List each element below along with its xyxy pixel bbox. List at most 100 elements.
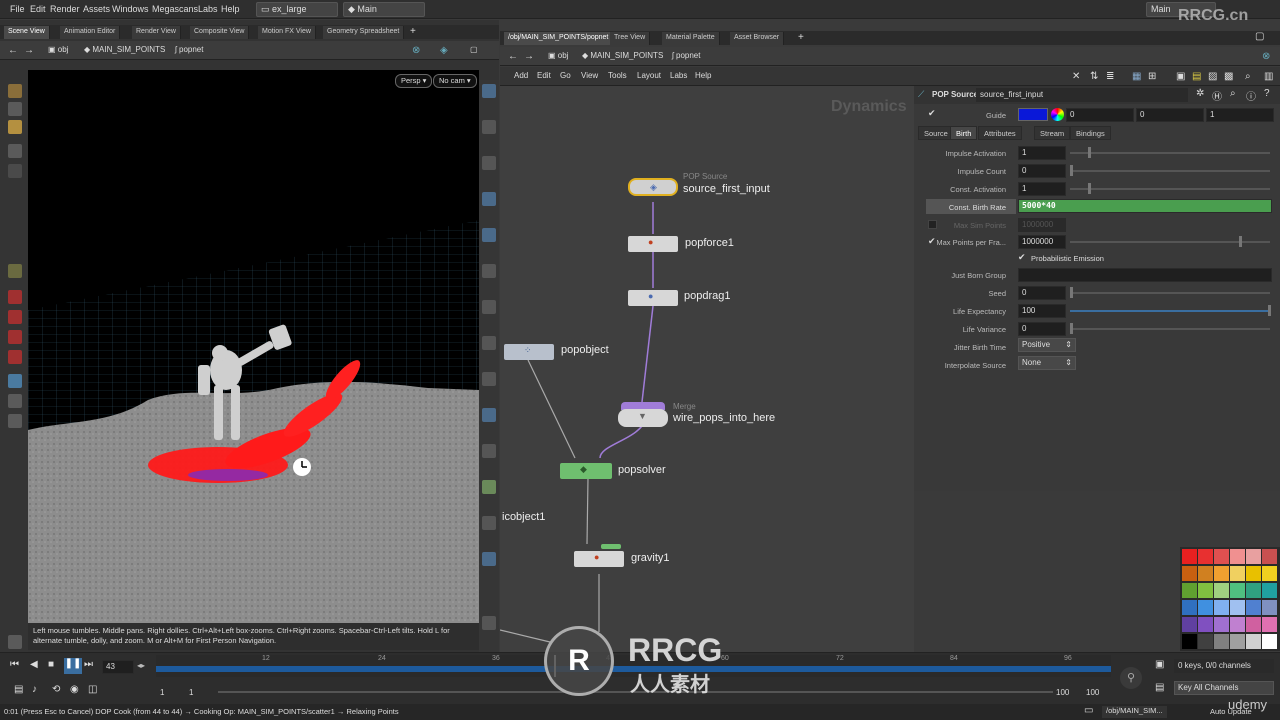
status-path-dropdown[interactable]: /obj/MAIN_SIM... xyxy=(1102,706,1167,718)
render-region-icon[interactable] xyxy=(482,516,496,530)
stop-icon[interactable]: ■ xyxy=(48,659,54,670)
tools-icon[interactable]: ✕ xyxy=(1072,71,1080,82)
palette-swatch[interactable] xyxy=(1198,600,1213,615)
palette-swatch[interactable] xyxy=(1214,617,1229,632)
menu-go[interactable]: Go xyxy=(560,71,571,80)
last-frame-icon[interactable]: ⏭ xyxy=(84,659,93,670)
node-source-first-input[interactable]: ◈ xyxy=(628,178,678,196)
color-wheel-icon[interactable] xyxy=(1051,108,1064,121)
tab-scene-view[interactable]: Scene View xyxy=(4,26,50,39)
settings-icon[interactable]: ◫ xyxy=(88,684,97,695)
palette-swatch[interactable] xyxy=(1198,549,1213,564)
snap-tool-icon[interactable] xyxy=(8,264,22,278)
const-birth-rate-field[interactable]: 5000*40 xyxy=(1018,199,1272,213)
main-sim-points-crumb[interactable]: ◆ MAIN_SIM_POINTS xyxy=(84,45,165,54)
maximize-icon[interactable]: ▢ xyxy=(1255,31,1264,42)
channel-icon[interactable]: ▣ xyxy=(1155,659,1164,670)
life-variance-slider[interactable] xyxy=(1070,328,1270,330)
palette-swatch[interactable] xyxy=(1182,634,1197,649)
point-numbers-icon[interactable] xyxy=(482,300,496,314)
impulse-activation-field[interactable]: 1 xyxy=(1018,146,1066,160)
palette-swatch[interactable] xyxy=(1182,617,1197,632)
palette-swatch[interactable] xyxy=(1230,634,1245,649)
palette-swatch[interactable] xyxy=(1262,549,1277,564)
menu-file[interactable]: File xyxy=(10,4,25,14)
realtime-icon[interactable]: ▤ xyxy=(14,684,23,695)
palette-swatch[interactable] xyxy=(1262,566,1277,581)
tab-popnet-network[interactable]: /obj/MAIN_SIM_POINTS/popnet xyxy=(504,32,614,45)
just-born-group-field[interactable] xyxy=(1018,268,1272,282)
current-frame-field[interactable]: 43 xyxy=(102,660,134,674)
palette-swatch[interactable] xyxy=(1262,583,1277,598)
palette-swatch[interactable] xyxy=(1214,600,1229,615)
gravity1-label[interactable]: gravity1 xyxy=(631,552,670,564)
back-arrow-icon[interactable]: ← xyxy=(8,45,18,56)
hda-icon[interactable]: Ⓗ xyxy=(1212,88,1222,103)
palette-swatch[interactable] xyxy=(1182,566,1197,581)
first-frame-icon[interactable]: ⏮ xyxy=(10,659,19,670)
node-popsolver[interactable]: ◆ xyxy=(560,463,612,479)
jitter-birth-time-dropdown[interactable]: Positive ⇕ xyxy=(1018,338,1076,352)
visibility-icon[interactable] xyxy=(482,192,496,206)
tab-composite-view[interactable]: Composite View xyxy=(190,26,250,39)
menu-assets[interactable]: Assets xyxy=(83,4,110,14)
palette-swatch[interactable] xyxy=(1246,617,1261,632)
key-channels-dropdown[interactable]: Key All Channels xyxy=(1174,681,1274,695)
tab-source[interactable]: Source xyxy=(918,126,954,140)
pin-icon[interactable]: ⊗ xyxy=(412,45,420,56)
tab-material-palette[interactable]: Material Palette xyxy=(662,32,720,45)
help-icon[interactable]: ? xyxy=(1264,88,1270,99)
palette-swatch[interactable] xyxy=(1182,583,1197,598)
palette-swatch[interactable] xyxy=(1214,583,1229,598)
palette-swatch[interactable] xyxy=(1230,549,1245,564)
impulse-count-knob[interactable] xyxy=(1070,165,1073,176)
menu-edit[interactable]: Edit xyxy=(537,71,551,80)
source-node-label[interactable]: source_first_input xyxy=(683,183,770,195)
life-expectancy-slider[interactable] xyxy=(1070,310,1270,312)
help-icon[interactable]: ▥ xyxy=(1264,71,1273,82)
range-start-field[interactable]: 1 xyxy=(160,688,164,697)
persp-button[interactable]: Persp ▾ xyxy=(395,74,433,88)
sort-icon[interactable]: ⇅ xyxy=(1090,71,1098,82)
ghost-icon[interactable] xyxy=(482,228,496,242)
life-variance-knob[interactable] xyxy=(1070,323,1073,334)
main-sim-points-crumb[interactable]: ◆ MAIN_SIM_POINTS xyxy=(582,51,663,60)
play-reverse-icon[interactable]: ◀ xyxy=(30,659,38,670)
snap-prim-icon[interactable] xyxy=(8,330,22,344)
impulse-count-field[interactable]: 0 xyxy=(1018,164,1066,178)
seed-field[interactable]: 0 xyxy=(1018,286,1066,300)
render-tool-icon[interactable] xyxy=(8,414,22,428)
search-icon[interactable]: ⌕ xyxy=(1230,88,1236,99)
add-tab-icon[interactable]: + xyxy=(410,26,416,37)
tab-bindings[interactable]: Bindings xyxy=(1070,126,1111,140)
network-editor[interactable]: Dynamics ◈ POP Source source_first_input… xyxy=(500,86,914,652)
template-icon[interactable] xyxy=(482,480,496,494)
popnet-crumb[interactable]: ʃ popnet xyxy=(175,45,203,54)
tab-motion-fx-view[interactable]: Motion FX View xyxy=(258,26,316,39)
normals-icon[interactable] xyxy=(482,264,496,278)
guide-b-field[interactable]: 1 xyxy=(1206,108,1274,122)
palette-swatch[interactable] xyxy=(1214,634,1229,649)
menu-help[interactable]: Help xyxy=(695,71,711,80)
node-popforce1[interactable]: ● xyxy=(628,236,678,252)
palette-swatch[interactable] xyxy=(1214,566,1229,581)
node-wire-pops-into-here[interactable]: ▼ xyxy=(618,409,668,427)
key-icon[interactable]: ⚲ xyxy=(1120,667,1142,689)
key-mode-icon[interactable]: ▤ xyxy=(1155,682,1164,693)
impulse-count-slider[interactable] xyxy=(1070,170,1270,172)
grid-view-icon[interactable]: ▦ xyxy=(1132,71,1141,82)
palette-swatch[interactable] xyxy=(1262,617,1277,632)
sticky-note-icon[interactable]: ▤ xyxy=(1192,71,1201,82)
tab-animation-editor[interactable]: Animation Editor xyxy=(60,26,121,39)
pose-tool-icon[interactable] xyxy=(8,144,22,158)
tab-asset-browser[interactable]: Asset Browser xyxy=(730,32,785,45)
guides-icon[interactable] xyxy=(482,336,496,350)
backface-icon[interactable] xyxy=(482,444,496,458)
select-tool-icon[interactable] xyxy=(8,84,22,98)
tab-stream[interactable]: Stream xyxy=(1034,126,1071,140)
popforce1-label[interactable]: popforce1 xyxy=(685,237,734,249)
obj-crumb[interactable]: ▣ obj xyxy=(548,51,568,60)
loop-icon[interactable]: ⟲ xyxy=(52,684,60,695)
const-activation-slider[interactable] xyxy=(1070,188,1270,190)
life-variance-field[interactable]: 0 xyxy=(1018,322,1066,336)
